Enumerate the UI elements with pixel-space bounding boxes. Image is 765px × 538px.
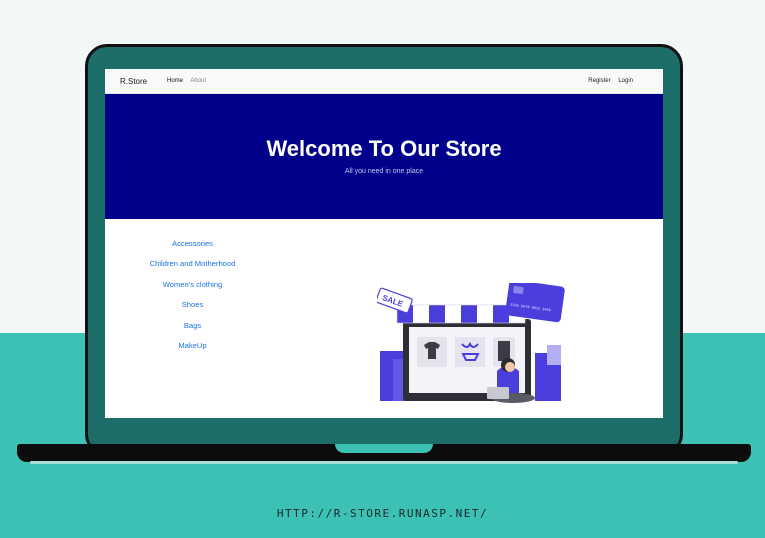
hero-title: Welcome To Our Store (266, 136, 502, 161)
right-bag-box-icon (547, 345, 561, 365)
product-frame-icon (455, 337, 485, 367)
laptop-notch (335, 444, 433, 453)
nav-link-about[interactable]: About (190, 78, 206, 84)
hero-subtitle: All you need in one place (344, 168, 424, 175)
online-shopping-illustration: SALE 1234 5678 9012 3456 (377, 283, 565, 403)
category-link-accessories[interactable]: Accessories (135, 239, 250, 259)
category-list: Accessories Children and Motherhood Wome… (135, 239, 250, 361)
dress-icon (498, 341, 510, 361)
sale-tag-icon: SALE (377, 287, 413, 314)
footer-url: HTTP://R-STORE.RUNASP.NET/ (276, 507, 489, 520)
nav-link-login[interactable]: Login (618, 78, 633, 84)
brand-logo[interactable]: R.Store (120, 77, 147, 86)
category-link-shoes[interactable]: Shoes (135, 300, 250, 320)
nav-right-links: Register Login (582, 78, 633, 84)
laptop-base-shadow (30, 461, 738, 464)
navbar: R.Store Home About Register Login (105, 69, 663, 94)
category-link-children-and-motherhood[interactable]: Children and Motherhood (135, 259, 250, 279)
category-link-makeup[interactable]: MakeUp (135, 341, 250, 361)
hero-banner: Welcome To Our Store All you need in one… (105, 94, 663, 219)
category-link-bags[interactable]: Bags (135, 321, 250, 341)
category-link-womens-clothing[interactable]: Women's clothing (135, 280, 250, 300)
nav-link-register[interactable]: Register (588, 78, 610, 84)
nav-left-links: Home About (167, 78, 212, 84)
nav-link-home[interactable]: Home (167, 78, 183, 84)
browser-screen: R.Store Home About Register Login Welcom… (105, 69, 663, 418)
